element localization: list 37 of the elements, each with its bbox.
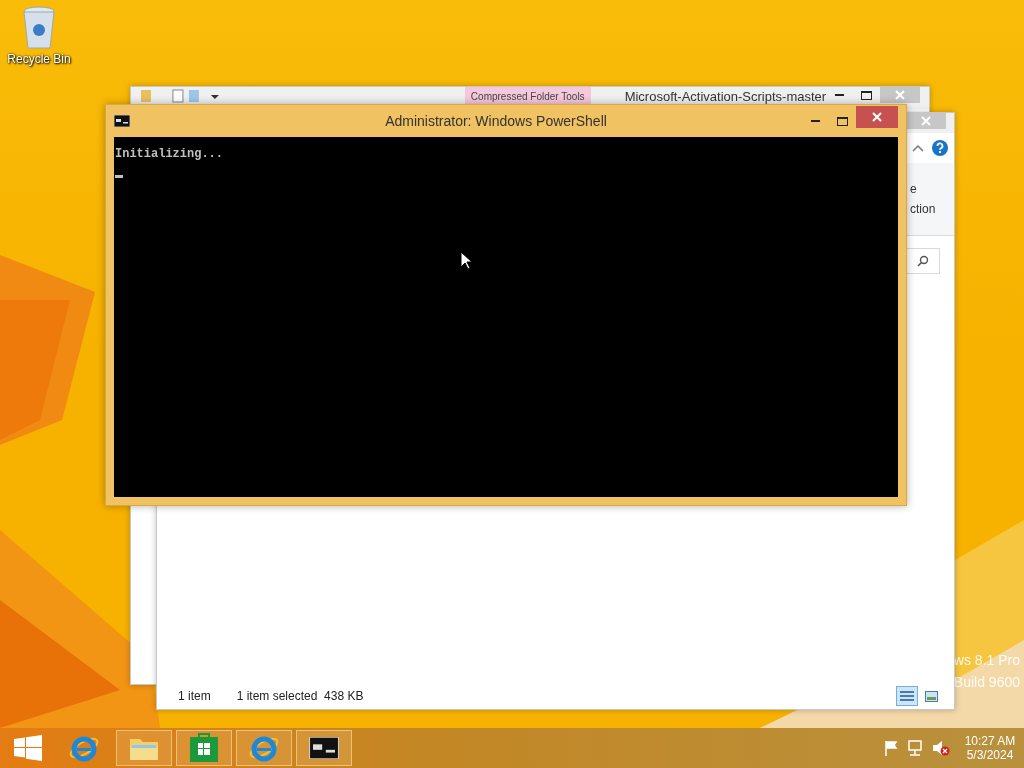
close-icon — [895, 90, 906, 100]
image-icon — [924, 690, 938, 702]
window-title: Administrator: Windows PowerShell — [384, 113, 608, 129]
store-icon — [189, 733, 219, 763]
os-watermark-text: Build 9600 — [953, 674, 1020, 690]
ribbon-context-tab[interactable]: Compressed Folder Tools — [464, 87, 591, 104]
close-button[interactable] — [856, 106, 898, 128]
maximize-icon — [837, 116, 848, 126]
collapse-ribbon-icon[interactable] — [912, 144, 924, 152]
minimize-icon — [811, 120, 820, 122]
text-cursor — [115, 175, 123, 178]
status-text: 1 item selected 438 KB — [236, 689, 364, 703]
minimize-icon — [835, 94, 845, 96]
network-icon[interactable] — [906, 740, 924, 756]
status-text: 1 item — [178, 689, 211, 703]
recycle-bin-icon[interactable] — [22, 6, 56, 50]
close-button[interactable] — [906, 113, 946, 129]
ribbon-label[interactable]: ction — [910, 202, 936, 216]
help-icon[interactable] — [932, 140, 948, 156]
list-icon — [900, 690, 914, 702]
search-icon — [917, 255, 929, 267]
close-icon — [921, 116, 931, 126]
console-icon — [114, 115, 130, 127]
flag-icon[interactable] — [884, 740, 898, 756]
mouse-pointer-icon — [460, 251, 472, 270]
muted-speaker-icon[interactable] — [932, 740, 950, 756]
console-line: Initializing... — [115, 147, 225, 161]
start-button[interactable] — [14, 735, 42, 761]
ribbon-label[interactable]: e — [910, 182, 917, 196]
details-view-button[interactable] — [896, 686, 918, 706]
taskbar-app-button[interactable] — [296, 730, 352, 766]
console-icon — [309, 737, 339, 759]
clock-date: 5/3/2024 — [966, 748, 1014, 762]
window-title: Microsoft-Activation-Scripts-master — [624, 89, 827, 104]
maximize-icon — [861, 90, 873, 100]
clock-time: 10:27 AM — [964, 734, 1016, 748]
close-icon — [872, 112, 882, 122]
